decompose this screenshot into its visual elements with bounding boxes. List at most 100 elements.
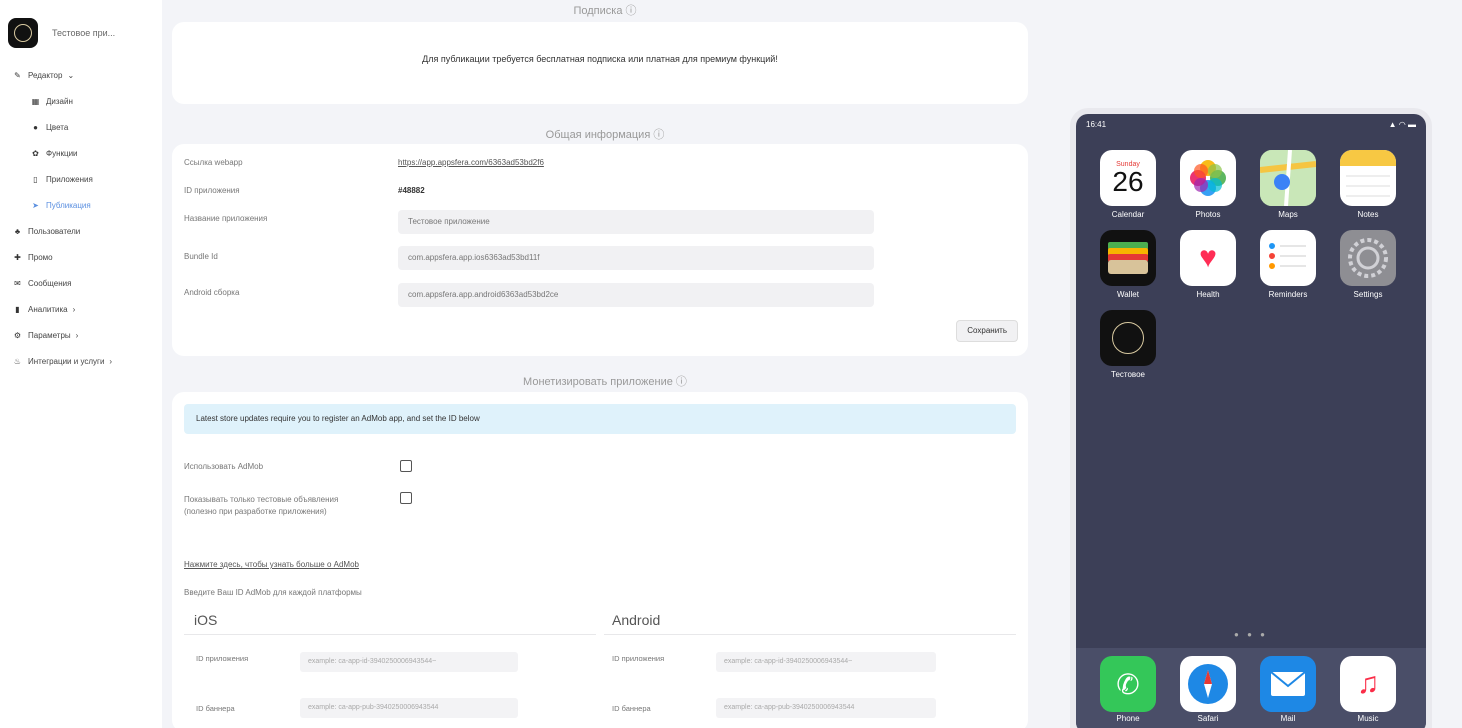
app-name: Тестовое при... (52, 28, 116, 38)
phone-icon: ✆ (1100, 656, 1156, 712)
sidebar-item-icon: ▦ (31, 96, 40, 106)
sidebar-item-label: Промо (28, 252, 53, 262)
app-label-maps: Maps (1278, 210, 1298, 219)
subscription-title: Подписка ⓘ (573, 5, 637, 17)
sidebar-item-icon: ✚ (14, 252, 21, 262)
test-ads-checkbox[interactable] (400, 492, 412, 504)
sidebar-item-11[interactable]: ♨ Интеграции и услуги › (0, 348, 162, 374)
phone-preview: 16:41 ▲ ◠ ▬ Sunday 26 Calendar Photos Ma… (1070, 108, 1432, 728)
app-label-settings: Settings (1353, 290, 1383, 299)
sidebar-item-label: Сообщения (28, 278, 72, 288)
general-info-title: Общая информация ⓘ (545, 129, 665, 141)
reminders-icon (1260, 230, 1316, 286)
sidebar-item-label: Редактор (28, 70, 63, 80)
sidebar-item-icon: ✿ (32, 148, 39, 158)
bundle-id-field[interactable]: com.appsfera.app.ios6363ad53bd11f (398, 246, 874, 270)
sidebar-item-7[interactable]: ✚ Промо (0, 244, 162, 270)
monetize-title: Монетизировать приложение ⓘ (523, 376, 687, 388)
calendar-date: 26 (1112, 165, 1144, 197)
settings-icon (1340, 230, 1396, 286)
sidebar-item-label: Дизайн (46, 96, 73, 106)
dock-label-safari: Safari (1197, 714, 1219, 723)
ios-app-id-label: ID приложения (196, 654, 249, 663)
app-header[interactable]: Тестовое при... (8, 18, 115, 48)
wallet-icon (1100, 230, 1156, 286)
sidebar-item-label: Параметры (28, 330, 71, 340)
use-admob-checkbox[interactable] (400, 460, 412, 472)
app-name-label: Название приложения (184, 214, 268, 223)
sidebar-item-icon: ▯ (33, 174, 38, 184)
sidebar-nav: ✎ Редактор ⌄ ▦ Дизайн ● Цвета ✿ Функции ▯ Приложен… (0, 62, 162, 374)
app-label-health: Health (1196, 290, 1220, 299)
sidebar-item-icon: ● (33, 122, 38, 132)
sidebar-item-label: Публикация (46, 200, 91, 210)
android-divider (604, 634, 1016, 635)
android-build-field[interactable]: com.appsfera.app.android6363ad53bd2ce (398, 283, 874, 307)
mail-icon (1260, 656, 1316, 712)
calendar-icon: Sunday 26 (1100, 150, 1156, 206)
subscription-card: Для публикации требуется бесплатная подп… (172, 22, 1028, 104)
chevron-icon: › (72, 304, 76, 314)
sidebar-item-0[interactable]: ✎ Редактор ⌄ (0, 62, 162, 88)
app-logo (8, 18, 38, 48)
sidebar-item-label: Интеграции и услуги (28, 356, 105, 366)
phone-status-icons: ▲ ◠ ▬ (1388, 120, 1416, 129)
sidebar-item-2[interactable]: ● Цвета (0, 114, 162, 140)
ios-banner-label: ID баннера (196, 704, 235, 713)
android-title: Android (612, 612, 661, 628)
ios-title: iOS (194, 612, 218, 628)
sidebar-item-icon: ➤ (32, 200, 39, 210)
enter-ids-label: Введите Ваш ID AdMob для каждой платформ… (184, 588, 362, 597)
android-app-id-label: ID приложения (612, 654, 665, 663)
android-banner-input[interactable]: example: ca-app-pub-3940250006943544 (716, 698, 936, 718)
sidebar: Тестовое при... ✎ Редактор ⌄ ▦ Дизайн ● Цвета ✿… (0, 0, 162, 728)
sidebar-item-10[interactable]: ⚙ Параметры › (0, 322, 162, 348)
sidebar-item-icon: ⚙ (13, 330, 22, 340)
music-icon: ♫ (1340, 656, 1396, 712)
app-name-field[interactable]: Тестовое приложение (398, 210, 874, 234)
app-label-notes: Notes (1357, 210, 1379, 219)
phone-time: 16:41 (1086, 120, 1107, 129)
phone-dock: ✆ ♫ Phone Safari Mail Music (1076, 648, 1426, 728)
sidebar-item-icon: ✎ (14, 70, 21, 80)
admob-alert: Latest store updates require you to regi… (184, 404, 1016, 434)
app-id-value: #48882 (398, 186, 425, 195)
android-build-label: Android сборка (184, 288, 240, 297)
sidebar-item-icon: ▮ (15, 304, 20, 314)
save-button[interactable]: Сохранить (956, 320, 1018, 342)
sidebar-item-1[interactable]: ▦ Дизайн (0, 88, 162, 114)
chevron-icon: › (109, 356, 113, 366)
app-label-reminders: Reminders (1268, 290, 1308, 299)
sidebar-item-3[interactable]: ✿ Функции (0, 140, 162, 166)
sidebar-item-label: Функции (46, 148, 78, 158)
dock-label-mail: Mail (1280, 714, 1296, 723)
phone-screen: 16:41 ▲ ◠ ▬ Sunday 26 Calendar Photos Ma… (1076, 114, 1426, 728)
app-label-test: Тестовое (1111, 370, 1145, 379)
webapp-link[interactable]: https://app.appsfera.com/6363ad53bd2f6 (398, 158, 544, 167)
test-ads-label: Показывать только тестовые объявления (п… (184, 495, 339, 516)
app-label-wallet: Wallet (1117, 290, 1139, 299)
main-content: Подписка ⓘ Для публикации требуется бесп… (162, 0, 1038, 728)
sidebar-item-6[interactable]: ♣ Пользователи (0, 218, 162, 244)
sidebar-item-5[interactable]: ➤ Публикация (0, 192, 162, 218)
sidebar-item-4[interactable]: ▯ Приложения (0, 166, 162, 192)
notes-icon (1340, 150, 1396, 206)
sidebar-item-9[interactable]: ▮ Аналитика › (0, 296, 162, 322)
ios-app-id-input[interactable]: example: ca-app-id-3940250006943544~ (300, 652, 518, 672)
maps-icon (1260, 150, 1316, 206)
sidebar-item-label: Аналитика (28, 304, 68, 314)
sidebar-item-label: Пользователи (28, 226, 81, 236)
android-app-id-input[interactable]: example: ca-app-id-3940250006943544~ (716, 652, 936, 672)
sidebar-item-8[interactable]: ✉ Сообщения (0, 270, 162, 296)
sidebar-item-label: Цвета (46, 122, 69, 132)
app-id-label: ID приложения (184, 186, 240, 195)
ios-banner-input[interactable]: example: ca-app-pub-3940250006943544 (300, 698, 518, 718)
admob-learn-link[interactable]: Нажмите здесь, чтобы узнать больше о AdM… (184, 560, 359, 569)
android-banner-label: ID баннера (612, 704, 651, 713)
dock-label-music: Music (1357, 714, 1379, 723)
sidebar-item-label: Приложения (46, 174, 93, 184)
monetize-card: Latest store updates require you to regi… (172, 392, 1028, 728)
app-label-photos: Photos (1195, 210, 1221, 219)
safari-icon (1180, 656, 1236, 712)
page-dots: ● ● ● (1234, 630, 1268, 639)
